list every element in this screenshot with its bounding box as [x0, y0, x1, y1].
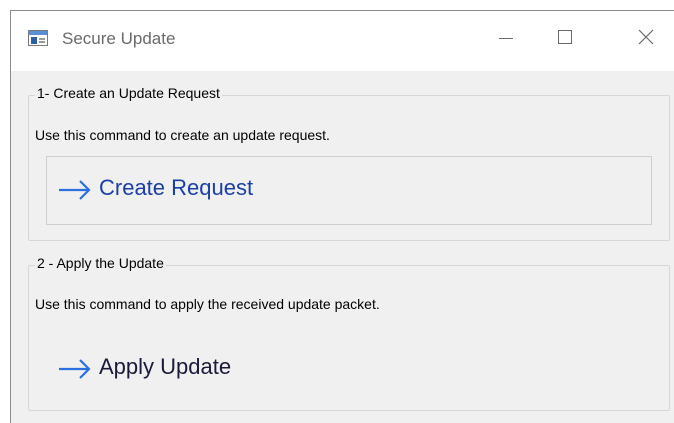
minimize-button[interactable] [483, 11, 529, 55]
maximize-button[interactable] [541, 11, 587, 55]
secure-update-window: Secure Update 1- Create an Update Reques… [10, 10, 674, 423]
group-description: Use this command to create an update req… [35, 127, 330, 143]
create-request-button[interactable]: Create Request [46, 156, 652, 225]
group-legend: 1- Create an Update Request [35, 85, 222, 101]
window-title: Secure Update [62, 29, 176, 48]
apply-update-group: 2 - Apply the Update Use this command to… [28, 255, 670, 411]
title-bar[interactable]: Secure Update [11, 11, 674, 71]
apply-update-button[interactable]: Apply Update [46, 335, 652, 404]
app-icon [28, 30, 48, 46]
group-legend: 2 - Apply the Update [35, 255, 166, 271]
close-icon [638, 29, 654, 45]
create-request-label: Create Request [99, 175, 254, 200]
apply-update-label: Apply Update [99, 354, 232, 379]
close-button[interactable] [623, 11, 669, 55]
arrow-right-icon [59, 359, 91, 379]
arrow-right-icon [59, 180, 91, 200]
create-request-group: 1- Create an Update Request Use this com… [28, 85, 670, 241]
group-description: Use this command to apply the received u… [35, 296, 380, 312]
